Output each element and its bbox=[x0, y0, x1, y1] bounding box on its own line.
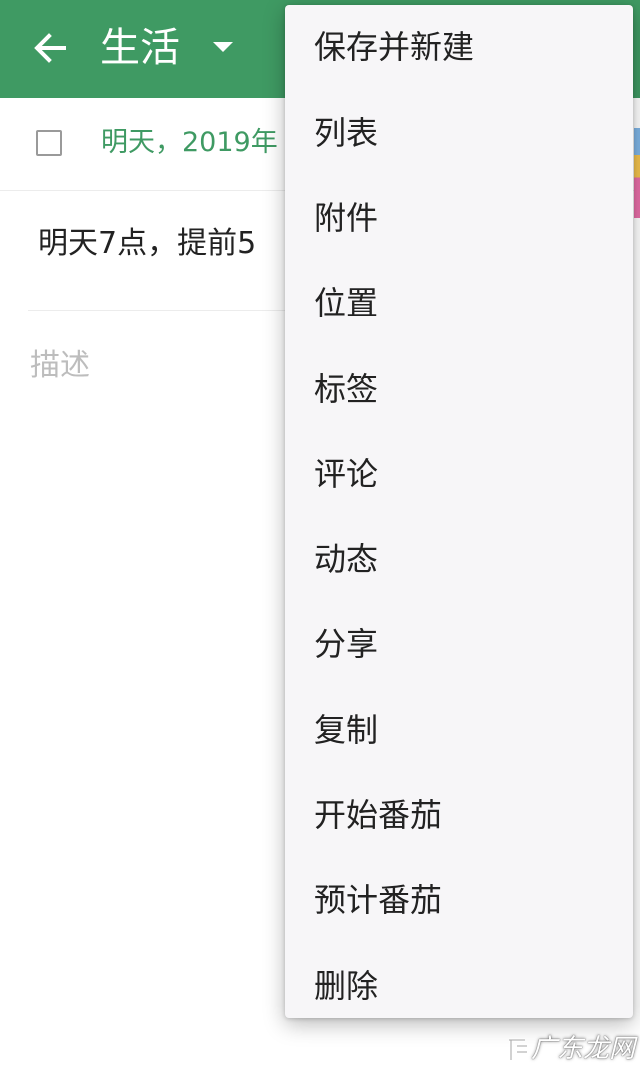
menu-item-attachment[interactable]: 附件 bbox=[285, 176, 633, 261]
menu-item-share[interactable]: 分享 bbox=[285, 602, 633, 687]
caret-down-icon[interactable] bbox=[211, 40, 235, 54]
due-date[interactable]: 明天，2019年 bbox=[101, 124, 278, 162]
menu-item-start-pomodoro[interactable]: 开始番茄 bbox=[285, 773, 633, 858]
watermark-text: 广东龙网 bbox=[531, 1034, 636, 1064]
menu-item-estimate-pomodoro[interactable]: 预计番茄 bbox=[285, 858, 633, 943]
menu-item-save-and-new[interactable]: 保存并新建 bbox=[285, 5, 633, 90]
watermark-logo-icon bbox=[509, 1038, 527, 1060]
menu-item-tags[interactable]: 标签 bbox=[285, 347, 633, 432]
menu-item-activity[interactable]: 动态 bbox=[285, 517, 633, 602]
menu-item-location[interactable]: 位置 bbox=[285, 261, 633, 346]
side-color-strip bbox=[634, 128, 640, 218]
description-field[interactable]: 描述 bbox=[30, 344, 90, 388]
list-name[interactable]: 生活 bbox=[100, 20, 180, 76]
arrow-left-icon[interactable] bbox=[30, 28, 70, 68]
menu-item-copy[interactable]: 复制 bbox=[285, 688, 633, 773]
watermark: 广东龙网 bbox=[505, 1030, 635, 1070]
task-title[interactable]: 明天7点，提前5 bbox=[38, 222, 256, 266]
menu-item-comments[interactable]: 评论 bbox=[285, 432, 633, 517]
menu-item-delete[interactable]: 删除 bbox=[285, 944, 633, 1029]
screen: 生活 明天，2019年 明天7点，提前5 描述 保存并新建 列表 附件 位置 标… bbox=[0, 0, 640, 1075]
task-checkbox[interactable] bbox=[36, 130, 62, 156]
menu-item-list[interactable]: 列表 bbox=[285, 91, 633, 176]
overflow-menu: 保存并新建 列表 附件 位置 标签 评论 动态 分享 复制 开始番茄 预计番茄 … bbox=[285, 5, 633, 1018]
